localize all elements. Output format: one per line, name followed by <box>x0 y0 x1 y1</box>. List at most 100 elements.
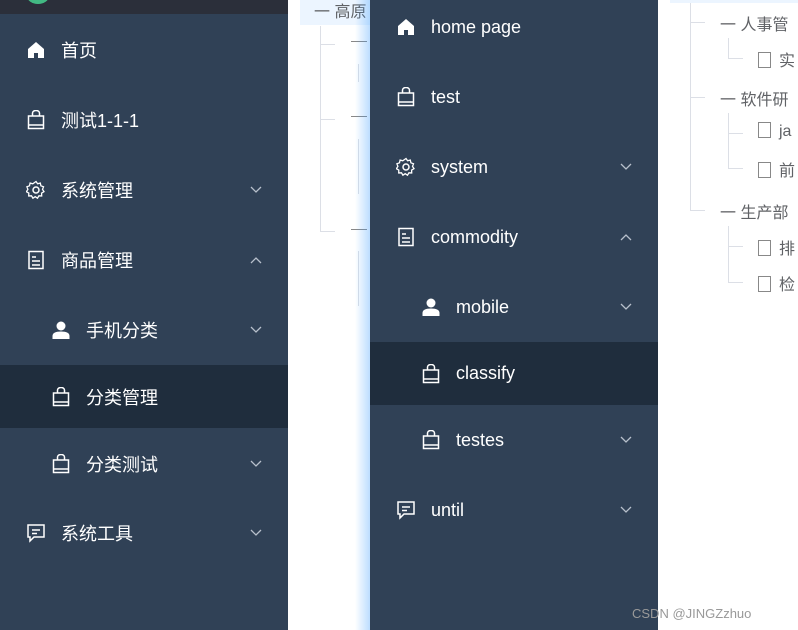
tree-node[interactable]: ja <box>758 122 791 141</box>
menu-item-label: 系统工具 <box>61 524 133 544</box>
file-icon <box>758 162 771 178</box>
menu-item[interactable]: 分类管理 <box>0 365 288 428</box>
tree-line <box>728 226 729 282</box>
sidebar-chinese: 首页测试1-1-1 系统管理商品管理手机分类分类管理分类测试系统工具 <box>0 14 288 630</box>
sidebar-shadow <box>355 0 370 630</box>
menu-item-label: testes <box>456 429 505 450</box>
tree-line <box>690 22 705 23</box>
chevron-down-icon <box>620 163 632 171</box>
chevron-down-icon <box>620 303 632 311</box>
message-icon <box>26 523 46 543</box>
menu-item-label: 分类管理 <box>86 387 158 408</box>
tree-node-label: 实 <box>779 53 796 70</box>
shopping-bag-icon <box>421 363 441 384</box>
chevron-down-icon <box>250 326 262 334</box>
menu-item[interactable]: 系统工具 <box>0 498 288 568</box>
tree-node[interactable]: 一 软件研 <box>720 86 788 110</box>
tree-line <box>320 26 321 232</box>
menu-item-label: 商品管理 <box>61 251 133 271</box>
tree-line <box>728 282 743 283</box>
shopping-bag-icon <box>51 454 71 474</box>
menu-item[interactable]: 手机分类 <box>0 295 288 365</box>
tree-node[interactable]: 一 人事管 <box>720 11 788 35</box>
sidebar-english: home page test system commodity mobile classi… <box>370 0 658 630</box>
tree-line <box>690 3 691 210</box>
chevron-down-icon <box>250 186 262 194</box>
menu-item-label: 手机分类 <box>86 321 158 341</box>
tree-node[interactable]: 实 <box>758 47 795 71</box>
gear-icon <box>26 180 46 200</box>
document-icon <box>26 250 46 270</box>
chevron-down-icon <box>250 529 262 537</box>
menu-item[interactable]: commodity <box>370 202 658 272</box>
menu-item-label: mobile <box>456 296 510 317</box>
tree-line <box>728 168 743 169</box>
tree-node-label: 软件研 <box>740 92 789 109</box>
file-icon <box>758 240 771 256</box>
chevron-up-icon <box>250 256 262 264</box>
tree-node-label: 人事管 <box>740 17 789 34</box>
menu-item[interactable]: mobile <box>370 272 658 342</box>
menu-item[interactable]: 分类测试 <box>0 428 288 500</box>
menu-item-label: classify <box>456 363 516 383</box>
chevron-down-icon <box>620 436 632 444</box>
tree-line <box>728 133 743 134</box>
menu-item-label: commodity <box>431 226 519 247</box>
tree-node[interactable]: 前 <box>758 157 795 181</box>
tree-line <box>728 113 729 168</box>
tree-node[interactable]: 检 <box>758 271 795 295</box>
menu-item-label: 首页 <box>61 41 97 61</box>
tree-line <box>728 38 729 58</box>
message-icon <box>396 500 416 520</box>
chevron-up-icon <box>620 233 632 241</box>
file-icon <box>758 52 771 68</box>
user-icon <box>421 297 441 317</box>
tree-line <box>320 231 335 232</box>
collapse-icon[interactable]: 一 <box>720 92 740 109</box>
tree-node-label: 检 <box>779 277 796 294</box>
shopping-bag-icon <box>421 430 441 450</box>
tree-line <box>728 58 743 59</box>
menu-item-label: 分类测试 <box>86 455 158 475</box>
home-icon <box>396 17 416 37</box>
menu-item-label: 测试1-1-1 <box>61 111 140 131</box>
shopping-bag-icon <box>26 110 46 130</box>
watermark: CSDN @JINGZzhuo <box>632 606 752 621</box>
document-icon <box>396 227 416 247</box>
tree-line <box>690 97 705 98</box>
file-icon <box>758 276 771 292</box>
menu-item-label: test <box>431 86 461 107</box>
menu-item[interactable]: classify <box>370 342 658 405</box>
tree-node[interactable]: 一 生产部 <box>720 199 788 223</box>
tree-node-label: 生产部 <box>740 205 789 222</box>
menu-item[interactable]: system <box>370 132 658 202</box>
collapse-icon[interactable]: 一 <box>720 205 740 222</box>
collapse-icon[interactable]: 一 <box>720 17 740 34</box>
tree-line <box>320 44 335 45</box>
menu-item[interactable]: home page <box>370 0 658 62</box>
menu-item[interactable]: 商品管理 <box>0 225 288 295</box>
gear-icon <box>396 157 416 177</box>
menu-item-label: home page <box>431 16 522 37</box>
menu-item[interactable]: testes <box>370 405 658 475</box>
tree-line <box>320 119 335 120</box>
shopping-bag-icon <box>396 87 416 107</box>
menu-item-label: system <box>431 156 489 177</box>
shopping-bag-icon <box>51 386 71 407</box>
menu-item[interactable]: 测试1-1-1 <box>0 85 288 155</box>
tree-node-label: 前 <box>779 163 796 180</box>
menu-item-label: 系统管理 <box>61 181 133 201</box>
menu-item[interactable]: test <box>370 62 658 132</box>
tree-line <box>690 210 705 211</box>
menu-item[interactable]: 首页 <box>0 15 288 85</box>
chevron-down-icon <box>620 506 632 514</box>
tree-node-label: 排 <box>779 241 796 258</box>
chevron-down-icon <box>250 460 262 468</box>
tree-node-label: ja <box>779 123 792 140</box>
tree-node[interactable]: 排 <box>758 235 795 259</box>
tree-line <box>728 246 743 247</box>
menu-item-label: until <box>431 499 465 520</box>
menu-item[interactable]: 系统管理 <box>0 155 288 225</box>
user-icon <box>51 320 71 340</box>
menu-item[interactable]: until <box>370 475 658 545</box>
